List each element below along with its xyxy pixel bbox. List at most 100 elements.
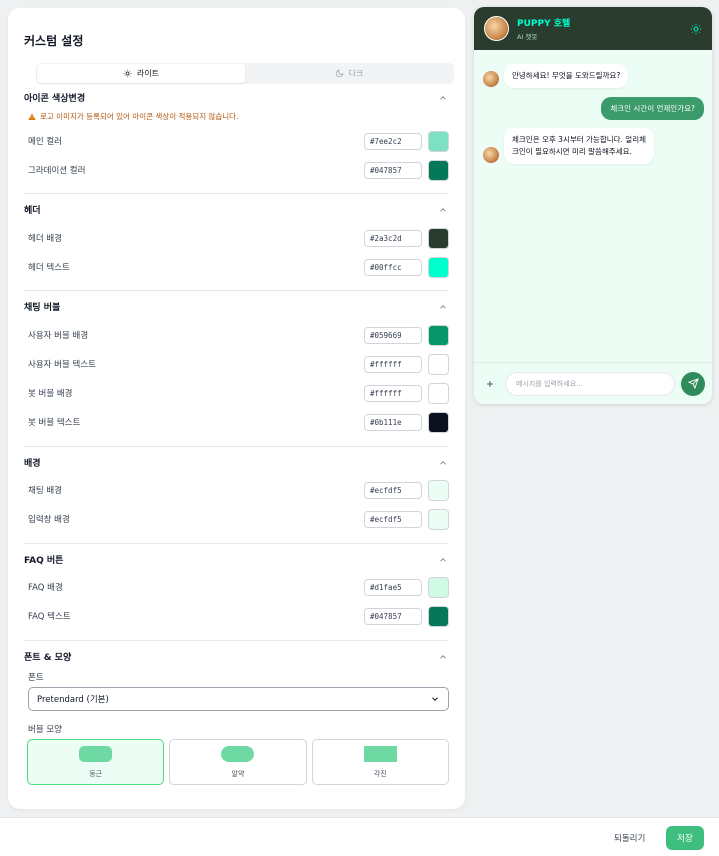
divider bbox=[24, 290, 448, 291]
send-icon bbox=[687, 378, 699, 389]
hex-input[interactable] bbox=[364, 413, 422, 431]
sun-icon[interactable] bbox=[690, 23, 702, 35]
font-select[interactable]: Pretendard (기본) bbox=[28, 687, 449, 711]
section-font-header[interactable]: 폰트 & 모양 bbox=[24, 650, 448, 663]
chevron-up-icon[interactable] bbox=[438, 652, 448, 662]
panel-title: 커스텀 설정 bbox=[24, 34, 84, 48]
hex-input[interactable] bbox=[364, 132, 422, 150]
row-label: 사용자 버블 배경 bbox=[28, 331, 89, 341]
font-label: 폰트 bbox=[28, 673, 44, 683]
shape-name: 알약 bbox=[231, 769, 245, 778]
color-swatch[interactable] bbox=[428, 159, 449, 181]
hex-input[interactable] bbox=[364, 607, 422, 625]
row-label: 채팅 배경 bbox=[28, 486, 62, 496]
section-icon-color-header[interactable]: 아이콘 색상변경 bbox=[24, 91, 448, 104]
divider bbox=[24, 446, 448, 447]
hex-input[interactable] bbox=[364, 326, 422, 344]
hex-input[interactable] bbox=[364, 161, 422, 179]
dark-mode-button[interactable]: 다크 bbox=[245, 64, 453, 83]
row-label: 입력창 배경 bbox=[28, 515, 70, 525]
color-swatch[interactable] bbox=[428, 576, 449, 598]
color-swatch[interactable] bbox=[428, 382, 449, 404]
footer-bar: 되돌리기 저장 bbox=[0, 817, 719, 856]
chat-input-bar: 메시지를 입력하세요... bbox=[474, 362, 712, 404]
shape-preview-rounded bbox=[79, 745, 113, 762]
row-label: 헤더 배경 bbox=[28, 234, 62, 244]
chat-title: PUPPY 호텔 bbox=[517, 19, 571, 29]
hex-input[interactable] bbox=[364, 355, 422, 373]
color-row-faq-bg: FAQ 배경 bbox=[28, 576, 449, 598]
section-title: 폰트 & 모양 bbox=[24, 653, 72, 663]
shape-preview-pill bbox=[221, 745, 255, 762]
chevron-up-icon[interactable] bbox=[438, 555, 448, 565]
dark-mode-label: 다크 bbox=[348, 69, 364, 78]
font-select-value: Pretendard (기본) bbox=[37, 695, 109, 705]
hex-input[interactable] bbox=[364, 481, 422, 499]
section-header-header[interactable]: 헤더 bbox=[24, 203, 448, 216]
chevron-up-icon[interactable] bbox=[438, 93, 448, 103]
chevron-up-icon[interactable] bbox=[438, 302, 448, 312]
send-button[interactable] bbox=[681, 371, 705, 396]
plus-icon bbox=[487, 380, 493, 387]
color-row-header-bg: 헤더 배경 bbox=[28, 227, 449, 249]
hex-input[interactable] bbox=[364, 510, 422, 528]
color-swatch[interactable] bbox=[428, 324, 449, 346]
sun-icon bbox=[123, 69, 132, 78]
message-input[interactable]: 메시지를 입력하세요... bbox=[505, 371, 675, 396]
row-label: FAQ 텍스트 bbox=[28, 612, 71, 622]
chat-header: PUPPY 호텔 AI 챗봇 bbox=[474, 7, 712, 50]
hex-input[interactable] bbox=[364, 229, 422, 247]
color-row-header-text: 헤더 텍스트 bbox=[28, 256, 449, 278]
color-row-input-bg: 입력창 배경 bbox=[28, 508, 449, 530]
bot-bubble: 안녕하세요! 무엇을 도와드릴까요? bbox=[504, 64, 629, 88]
logo-warning: 로고 이미지가 등록되어 있어 아이콘 색상이 적용되지 않습니다. bbox=[28, 111, 238, 122]
bot-message: 체크인은 오후 3시부터 가능합니다. 얼리체 크인이 필요하시면 미리 말씀해… bbox=[482, 128, 654, 164]
color-row-user-bubble-bg: 사용자 버블 배경 bbox=[28, 324, 449, 346]
bubble-shape-options: 둥근 알약 각진 bbox=[27, 739, 449, 785]
light-mode-button[interactable]: 라이트 bbox=[37, 64, 245, 83]
shape-name: 각진 bbox=[373, 769, 387, 778]
bubble-shape-label: 버블 모양 bbox=[28, 725, 62, 735]
color-swatch[interactable] bbox=[428, 256, 449, 278]
section-title: 헤더 bbox=[24, 206, 41, 216]
hex-input[interactable] bbox=[364, 258, 422, 276]
warning-icon bbox=[28, 113, 36, 120]
color-row-user-bubble-text: 사용자 버블 텍스트 bbox=[28, 353, 449, 375]
section-bubble-header[interactable]: 채팅 버블 bbox=[24, 300, 448, 313]
color-swatch[interactable] bbox=[428, 479, 449, 501]
color-row-bot-bubble-bg: 봇 버블 배경 bbox=[28, 382, 449, 404]
section-background-header[interactable]: 배경 bbox=[24, 456, 448, 469]
divider bbox=[24, 193, 448, 194]
color-swatch[interactable] bbox=[428, 227, 449, 249]
chat-subtitle: AI 챗봇 bbox=[517, 33, 538, 41]
chevron-down-icon bbox=[432, 697, 438, 701]
section-faq-header[interactable]: FAQ 버튼 bbox=[24, 553, 448, 566]
color-swatch[interactable] bbox=[428, 353, 449, 375]
bot-message: 안녕하세요! 무엇을 도와드릴까요? bbox=[482, 64, 629, 88]
color-swatch[interactable] bbox=[428, 411, 449, 433]
row-label: 봇 버블 배경 bbox=[28, 389, 73, 399]
row-label: 봇 버블 텍스트 bbox=[28, 418, 81, 428]
reset-button[interactable]: 되돌리기 bbox=[614, 832, 645, 844]
color-swatch[interactable] bbox=[428, 130, 449, 152]
warning-text: 로고 이미지가 등록되어 있어 아이콘 색상이 적용되지 않습니다. bbox=[40, 112, 239, 121]
save-button[interactable]: 저장 bbox=[666, 826, 704, 850]
color-swatch[interactable] bbox=[428, 605, 449, 627]
hex-input[interactable] bbox=[364, 384, 422, 402]
color-row-main: 메인 컬러 bbox=[28, 130, 449, 152]
plus-button[interactable] bbox=[481, 375, 499, 393]
hex-input[interactable] bbox=[364, 578, 422, 596]
color-swatch[interactable] bbox=[428, 508, 449, 530]
section-title: 채팅 버블 bbox=[24, 303, 61, 313]
shape-option-square[interactable]: 각진 bbox=[311, 739, 449, 785]
shape-name: 둥근 bbox=[89, 769, 103, 778]
color-row-faq-text: FAQ 텍스트 bbox=[28, 605, 449, 627]
chevron-up-icon[interactable] bbox=[438, 458, 448, 468]
shape-option-pill[interactable]: 알약 bbox=[169, 739, 307, 785]
moon-icon bbox=[335, 69, 343, 78]
bot-bubble-line: 크인이 필요하시면 미리 말씀해주세요. bbox=[512, 147, 632, 156]
shape-option-rounded[interactable]: 둥근 bbox=[27, 739, 165, 785]
color-row-gradient: 그라데이션 컬러 bbox=[28, 159, 449, 181]
avatar bbox=[482, 70, 500, 88]
chevron-up-icon[interactable] bbox=[438, 205, 448, 215]
